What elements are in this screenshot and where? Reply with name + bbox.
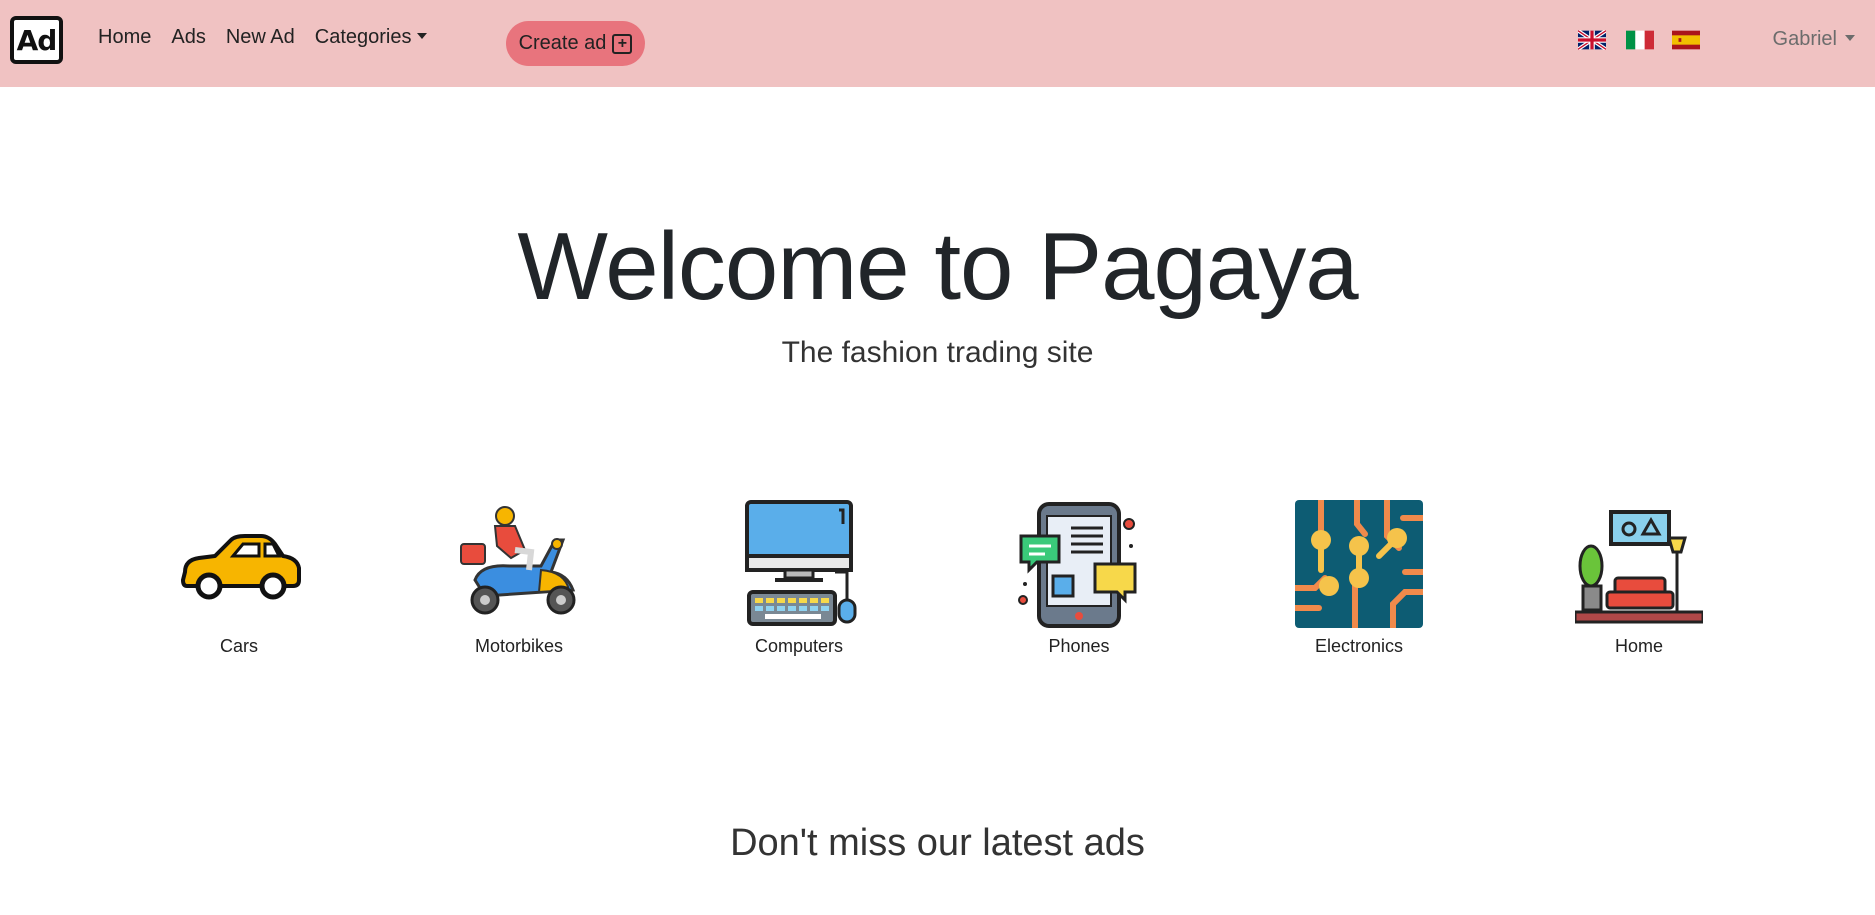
italy-flag-icon[interactable]: [1626, 30, 1654, 50]
brand-logo[interactable]: Ad: [10, 16, 63, 64]
car-icon: [181, 534, 301, 600]
category-home[interactable]: Home: [1539, 500, 1739, 657]
nav-link-new-ad[interactable]: New Ad: [226, 26, 295, 49]
create-ad-button[interactable]: Create ad +: [506, 21, 645, 66]
uk-flag-icon[interactable]: [1578, 30, 1606, 50]
create-ad-label: Create ad: [518, 32, 607, 54]
hero-subtitle: The fashion trading site: [781, 336, 1094, 369]
circuit-icon: [1295, 500, 1423, 628]
category-cars[interactable]: Cars: [139, 500, 339, 657]
plus-square-icon: +: [612, 33, 633, 54]
navbar: Ad Home Ads New Ad Categories Create ad …: [0, 0, 1875, 87]
category-label: Computers: [754, 636, 844, 656]
computer-icon: [745, 500, 857, 626]
nav-link-ads[interactable]: Ads: [171, 26, 205, 49]
user-dropdown[interactable]: Gabriel: [1773, 28, 1855, 51]
scooter-icon: [460, 506, 576, 615]
category-label: Home: [1614, 636, 1663, 656]
hero-title: Welcome to Pagaya: [517, 213, 1358, 320]
category-electronics[interactable]: Electronics: [1259, 500, 1459, 657]
category-label: Cars: [219, 636, 258, 656]
latest-ads-heading: Don't miss our latest ads: [730, 822, 1145, 864]
category-label: Phones: [1048, 636, 1110, 656]
nav-link-home[interactable]: Home: [98, 26, 151, 49]
category-motorbikes[interactable]: Motorbikes: [419, 500, 619, 657]
category-phones[interactable]: Phones: [979, 500, 1179, 657]
category-label: Electronics: [1314, 636, 1404, 656]
nav-dropdown-categories[interactable]: Categories: [315, 26, 428, 49]
living-room-icon: [1575, 510, 1703, 624]
nav-links: Home Ads New Ad Categories: [98, 26, 447, 49]
category-label: Motorbikes: [474, 636, 564, 656]
spain-flag-icon[interactable]: [1672, 30, 1700, 50]
category-computers[interactable]: Computers: [699, 500, 899, 657]
phone-icon: [1018, 502, 1137, 628]
